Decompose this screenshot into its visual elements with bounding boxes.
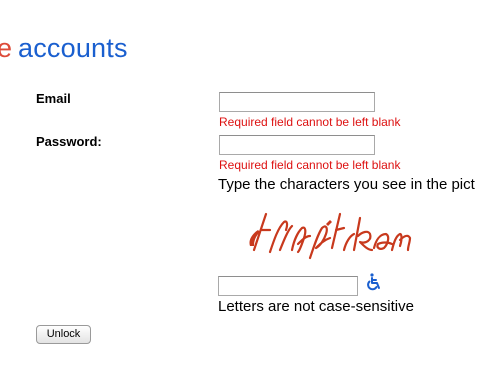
email-error-message: Required field cannot be left blank [219,115,401,129]
email-label: Email [36,91,71,106]
wheelchair-accessibility-icon[interactable] [364,272,384,292]
password-label: Password: [36,134,102,149]
password-error-message: Required field cannot be left blank [219,158,401,172]
case-sensitivity-note: Letters are not case-sensitive [218,298,414,315]
logo-accounts-text: accounts [18,33,128,63]
captcha-instruction: Type the characters you see in the pict [218,176,475,193]
logo-letter: e [0,33,13,63]
unlock-button[interactable]: Unlock [36,325,91,344]
password-field[interactable] [219,135,375,155]
captcha-answer-field[interactable] [218,276,358,296]
email-field[interactable] [219,92,375,112]
captcha-image [249,212,412,260]
